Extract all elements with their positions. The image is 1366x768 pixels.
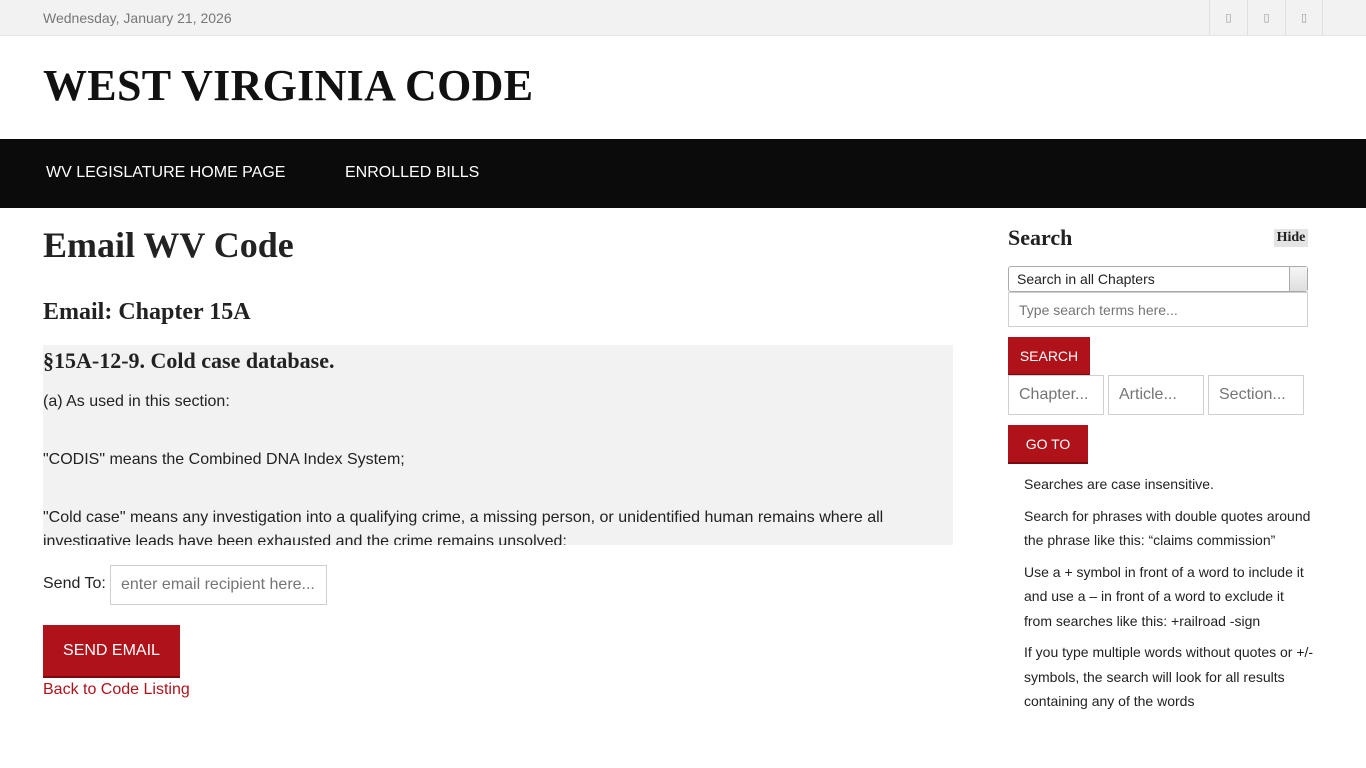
search-scope-value: Search in all Chapters <box>1017 271 1155 287</box>
search-tip: Use a + symbol in front of a word to inc… <box>1024 563 1304 629</box>
send-email-button[interactable]: SEND EMAIL <box>43 625 180 676</box>
send-to-label: Send To: <box>43 575 106 592</box>
page-title: Email WV Code <box>43 225 294 265</box>
section-input[interactable] <box>1208 375 1304 415</box>
top-bar: Wednesday, January 21, 2026 ▯ ▯ ▯ <box>0 0 1366 36</box>
dropdown-arrow-icon[interactable] <box>1289 267 1307 291</box>
chapter-heading: Email: Chapter 15A <box>43 299 251 325</box>
back-to-code-listing-link[interactable]: Back to Code Listing <box>43 681 190 699</box>
social-icon-2[interactable]: ▯ <box>1247 0 1285 35</box>
article-input[interactable] <box>1108 375 1204 415</box>
search-input[interactable] <box>1008 292 1308 327</box>
email-recipient-input[interactable] <box>110 565 327 605</box>
search-tip: Searches are case insensitive. <box>1024 476 1214 492</box>
section-paragraph: investigative leads have been exhausted … <box>43 533 567 545</box>
current-date: Wednesday, January 21, 2026 <box>43 10 232 26</box>
search-scope-select[interactable]: Search in all Chapters <box>1008 266 1308 292</box>
social-icon-1[interactable]: ▯ <box>1209 0 1247 35</box>
search-button[interactable]: SEARCH <box>1008 337 1090 374</box>
section-paragraph: "Cold case" means any investigation into… <box>43 509 884 526</box>
sidebar-search-title: Search <box>1008 225 1073 250</box>
section-paragraph: (a) As used in this section: <box>43 393 230 410</box>
chapter-input[interactable] <box>1008 375 1104 415</box>
nav-enrolled-bills[interactable]: ENROLLED BILLS <box>345 164 479 182</box>
section-paragraph: "CODIS" means the Combined DNA Index Sys… <box>43 451 405 468</box>
hide-button[interactable]: Hide <box>1274 229 1308 247</box>
social-icon-3[interactable]: ▯ <box>1285 0 1323 35</box>
section-title: §15A-12-9. Cold case database. <box>43 348 335 373</box>
go-to-button[interactable]: GO TO <box>1008 425 1088 462</box>
search-tip: Search for phrases with double quotes ar… <box>1024 507 1311 549</box>
nav-wv-legislature-home[interactable]: WV LEGISLATURE HOME PAGE <box>46 164 285 182</box>
social-icons: ▯ ▯ ▯ <box>1209 0 1323 35</box>
search-tip: If you type multiple words without quote… <box>1024 644 1314 709</box>
main-nav: WV LEGISLATURE HOME PAGE ENROLLED BILLS <box>0 139 1366 208</box>
site-title[interactable]: WEST VIRGINIA CODE <box>43 60 533 111</box>
search-tips: Searches are case insensitive. Search fo… <box>1024 472 1314 721</box>
section-preview[interactable]: §15A-12-9. Cold case database. (a) As us… <box>43 345 953 545</box>
